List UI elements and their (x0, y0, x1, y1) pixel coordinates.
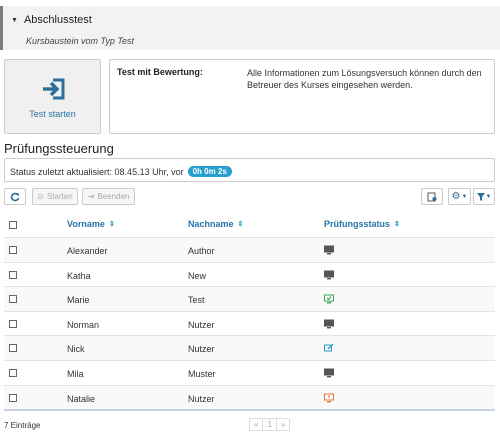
info-text: Alle Informationen zum Lösungsversuch kö… (247, 68, 482, 90)
select-all-checkbox[interactable] (9, 221, 17, 229)
firstname-cell: Norman (67, 319, 100, 330)
status-text: Status zuletzt aktualisiert: 08.45.13 Uh… (10, 166, 184, 177)
sort-icon: ⇕ (108, 221, 115, 228)
column-firstname-label: Vorname (67, 219, 105, 229)
lastname-cell: Author (188, 246, 215, 256)
edit-icon[interactable] (324, 343, 334, 353)
column-status[interactable]: Prüfungsstatus ⇕ (324, 219, 400, 229)
start-test-label: Test starten (29, 109, 76, 119)
exit-icon: ⇥ (87, 192, 95, 201)
row-checkbox[interactable] (9, 270, 17, 279)
refresh-button[interactable] (4, 188, 26, 205)
section-title: Prüfungssteuerung (4, 141, 114, 156)
caret-down-icon: ▼ (11, 16, 18, 24)
entries-count: 7 Einträge (4, 421, 41, 430)
start-button-label: Starten (46, 192, 73, 201)
start-button[interactable]: ⊙ Starten (32, 188, 78, 205)
table-row[interactable]: Norman Nutzer (4, 312, 495, 337)
stop-button-label: Beenden (97, 192, 130, 201)
lastname-cell: New (188, 270, 207, 281)
monitor-icon[interactable] (324, 368, 334, 378)
export-button[interactable] (421, 188, 443, 205)
pager-next[interactable]: » (277, 419, 289, 430)
start-test-button[interactable]: Test starten (4, 59, 101, 134)
monitor-alert-icon[interactable] (324, 393, 334, 403)
lastname-cell: Test (188, 295, 205, 306)
table-export-icon (427, 192, 437, 201)
row-checkbox[interactable] (9, 295, 17, 304)
lastname-cell: Nutzer (188, 344, 215, 355)
play-circle-icon: ⊙ (37, 192, 44, 201)
monitor-check-icon[interactable] (324, 294, 334, 304)
row-checkbox[interactable] (9, 369, 17, 377)
column-lastname-label: Nachname (188, 219, 234, 229)
column-status-label: Prüfungsstatus (324, 219, 391, 229)
pager-prev[interactable]: « (250, 419, 264, 430)
table-bottom-border (4, 409, 495, 411)
toolbar: ⊙ Starten ⇥ Beenden ⚙ ▼ ▼ (4, 188, 495, 210)
row-checkbox[interactable] (9, 319, 17, 328)
table-row[interactable]: Marie Test (4, 287, 495, 312)
status-box: Status zuletzt aktualisiert: 08.45.13 Uh… (4, 158, 495, 182)
course-header: ▼ Abschlusstest Kursbaustein vom Typ Tes… (0, 6, 500, 50)
monitor-icon[interactable] (324, 319, 334, 329)
course-subtitle: Kursbaustein vom Typ Test (26, 36, 135, 46)
row-checkbox[interactable] (9, 246, 17, 254)
row-checkbox[interactable] (9, 344, 17, 353)
sort-icon: ⇕ (394, 221, 400, 228)
stop-button[interactable]: ⇥ Beenden (82, 188, 135, 205)
lastname-cell: Nutzer (188, 319, 215, 330)
monitor-icon[interactable] (324, 270, 334, 280)
column-lastname[interactable]: Nachname ⇕ (188, 219, 243, 229)
table-row[interactable]: Natalie Nutzer (4, 385, 495, 411)
pagination: « 1 » (249, 418, 291, 431)
firstname-cell: Mila (67, 369, 84, 379)
sign-in-icon (43, 78, 65, 100)
table-row[interactable]: Katha New (4, 263, 495, 288)
chevron-down-icon: ▼ (461, 193, 468, 200)
firstname-cell: Katha (67, 270, 91, 281)
chevron-down-icon: ▼ (485, 193, 492, 200)
firstname-cell: Marie (67, 295, 90, 306)
filter-dropdown[interactable]: ▼ (473, 188, 495, 205)
lastname-cell: Nutzer (188, 393, 215, 404)
info-label: Test mit Bewertung: (117, 67, 203, 77)
lastname-cell: Muster (188, 369, 216, 379)
table-row[interactable]: Mila Muster (4, 361, 495, 386)
sort-icon: ⇕ (237, 221, 244, 228)
settings-dropdown[interactable]: ⚙ ▼ (448, 188, 471, 205)
table-row[interactable]: Nick Nutzer (4, 336, 495, 361)
info-box: Test mit Bewertung: Alle Informationen z… (109, 59, 495, 134)
timer-badge: 0h 0m 2s (187, 166, 232, 177)
row-checkbox[interactable] (9, 393, 17, 402)
table-header: Vorname ⇕ Nachname ⇕ Prüfungsstatus ⇕ (4, 212, 495, 238)
monitor-icon[interactable] (324, 245, 334, 255)
firstname-cell: Natalie (67, 393, 96, 404)
refresh-icon (10, 192, 20, 201)
column-firstname[interactable]: Vorname ⇕ (67, 219, 115, 229)
table-row[interactable]: Alexander Author (4, 238, 495, 263)
firstname-cell: Nick (67, 344, 85, 355)
pager-page[interactable]: 1 (263, 419, 277, 430)
gear-icon: ⚙ (451, 191, 461, 202)
firstname-cell: Alexander (67, 246, 108, 256)
course-title[interactable]: ▼ Abschlusstest (11, 14, 92, 26)
status-line: Status zuletzt aktualisiert: 08.45.13 Uh… (10, 166, 232, 177)
filter-icon (476, 192, 485, 201)
course-title-text: Abschlusstest (23, 14, 92, 26)
